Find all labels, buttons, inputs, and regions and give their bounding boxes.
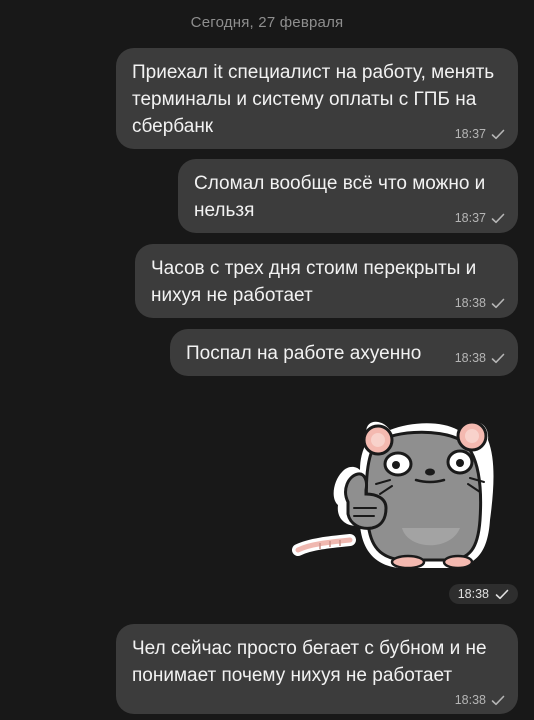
single-check-icon	[491, 353, 505, 363]
message-time: 18:37	[454, 127, 486, 141]
message-meta: 18:37	[455, 211, 505, 225]
message-text: Чел сейчас просто бегает с бубном и не п…	[132, 638, 487, 686]
message-bubble[interactable]: Часов с трех дня стоим перекрыты и нихуя…	[135, 244, 518, 318]
message-bubble[interactable]: Сломал вообще всё что можно и нельзя 18:…	[178, 159, 518, 233]
message-meta: 18:38	[455, 296, 505, 310]
message-text: Часов с трех дня стоим перекрыты и нихуя…	[151, 258, 477, 306]
message-time: 18:38	[457, 587, 489, 601]
message-time: 18:38	[454, 693, 486, 707]
message-time: 18:38	[454, 296, 486, 310]
date-separator: Сегодня, 27 февраля	[190, 14, 344, 31]
rat-thumbs-up-sticker[interactable]	[290, 410, 518, 578]
message-text: Приехал it специалист на работу, менять …	[132, 62, 495, 137]
single-check-icon	[491, 129, 505, 139]
message-time: 18:37	[454, 211, 486, 225]
message-text: Поспал на работе ахуенно	[186, 343, 422, 364]
single-check-icon	[491, 298, 505, 308]
single-check-icon	[495, 589, 509, 599]
message-time: 18:38	[454, 351, 486, 365]
message-meta: 18:38	[455, 693, 505, 707]
message-bubble[interactable]: Поспал на работе ахуенно 18:38	[170, 329, 518, 376]
message-bubble[interactable]: Чел сейчас просто бегает с бубном и не п…	[116, 624, 518, 714]
message-bubble[interactable]: Приехал it специалист на работу, менять …	[116, 48, 518, 149]
single-check-icon	[491, 213, 505, 223]
sticker-meta: 18:38	[448, 584, 518, 604]
message-meta: 18:37	[455, 127, 505, 141]
message-meta: 18:38	[455, 351, 505, 365]
single-check-icon	[491, 695, 505, 705]
